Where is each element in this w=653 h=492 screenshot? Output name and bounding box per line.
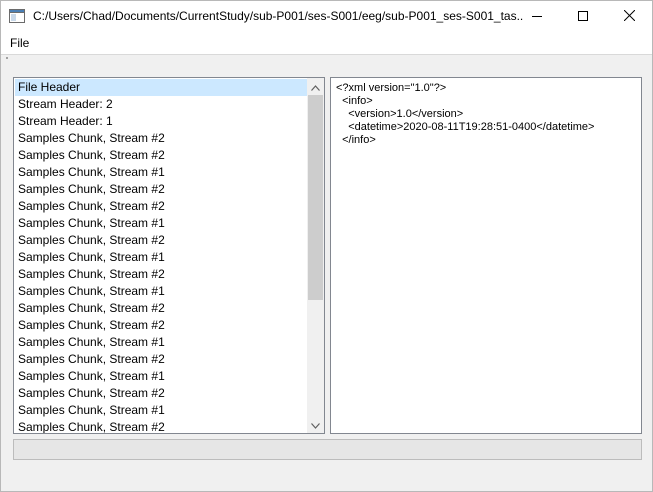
minimize-icon xyxy=(532,10,542,24)
list-item[interactable]: Samples Chunk, Stream #2 xyxy=(15,385,307,402)
toolbar-grip xyxy=(6,57,8,59)
xml-line: <datetime>2020-08-11T19:28:51-0400</date… xyxy=(336,121,595,133)
title-bar[interactable]: C:/Users/Chad/Documents/CurrentStudy/sub… xyxy=(1,1,652,32)
close-icon xyxy=(623,9,635,24)
maximize-button[interactable] xyxy=(560,1,606,32)
list-item[interactable]: Samples Chunk, Stream #2 xyxy=(15,351,307,368)
list-item[interactable]: Samples Chunk, Stream #2 xyxy=(15,181,307,198)
list-item[interactable]: Samples Chunk, Stream #1 xyxy=(15,164,307,181)
vertical-scrollbar[interactable] xyxy=(307,78,324,433)
chevron-down-icon xyxy=(311,418,320,432)
list-item[interactable]: Stream Header: 1 xyxy=(15,113,307,130)
list-item[interactable]: Samples Chunk, Stream #2 xyxy=(15,130,307,147)
list-item[interactable]: Samples Chunk, Stream #2 xyxy=(15,419,307,433)
list-item[interactable]: Samples Chunk, Stream #2 xyxy=(15,317,307,334)
list-item[interactable]: Stream Header: 2 xyxy=(15,96,307,113)
xml-line: <info> xyxy=(336,95,373,107)
chevron-up-icon xyxy=(311,80,320,94)
xml-line: </info> xyxy=(336,134,376,146)
chunk-list-items: File Header Stream Header: 2 Stream Header… xyxy=(15,79,307,433)
list-item[interactable]: Samples Chunk, Stream #2 xyxy=(15,232,307,249)
scroll-thumb[interactable] xyxy=(308,95,323,300)
menu-file[interactable]: File xyxy=(10,36,29,50)
close-button[interactable] xyxy=(606,1,652,32)
list-item[interactable]: File Header xyxy=(15,79,307,96)
window-title: C:/Users/Chad/Documents/CurrentStudy/sub… xyxy=(33,9,523,23)
menu-divider xyxy=(1,54,652,55)
menu-bar: File xyxy=(1,32,652,54)
list-item[interactable]: Samples Chunk, Stream #2 xyxy=(15,300,307,317)
list-item[interactable]: Samples Chunk, Stream #2 xyxy=(15,198,307,215)
chunk-list[interactable]: File Header Stream Header: 2 Stream Header… xyxy=(13,77,325,434)
progress-bar xyxy=(13,439,642,460)
list-item[interactable]: Samples Chunk, Stream #1 xyxy=(15,249,307,266)
maximize-icon xyxy=(578,10,588,24)
xml-line: <?xml version="1.0"?> xyxy=(336,82,447,94)
list-item[interactable]: Samples Chunk, Stream #2 xyxy=(15,266,307,283)
list-item[interactable]: Samples Chunk, Stream #2 xyxy=(15,147,307,164)
list-item[interactable]: Samples Chunk, Stream #1 xyxy=(15,334,307,351)
scroll-down-button[interactable] xyxy=(307,416,324,433)
xml-viewer[interactable]: <?xml version="1.0"?> <info> <version>1.… xyxy=(330,77,642,434)
window-app-icon xyxy=(9,9,25,23)
minimize-button[interactable] xyxy=(514,1,560,32)
xml-line: <version>1.0</version> xyxy=(336,108,464,120)
app-window: C:/Users/Chad/Documents/CurrentStudy/sub… xyxy=(0,0,653,492)
list-item[interactable]: Samples Chunk, Stream #1 xyxy=(15,368,307,385)
list-item[interactable]: Samples Chunk, Stream #1 xyxy=(15,402,307,419)
scroll-up-button[interactable] xyxy=(307,78,324,95)
list-item[interactable]: Samples Chunk, Stream #1 xyxy=(15,215,307,232)
list-item[interactable]: Samples Chunk, Stream #1 xyxy=(15,283,307,300)
